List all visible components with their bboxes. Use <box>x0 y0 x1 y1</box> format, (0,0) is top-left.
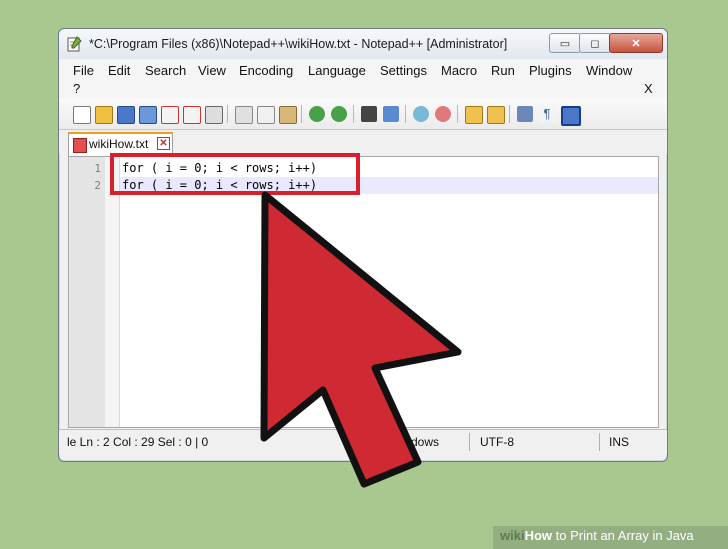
footer-title: to Print an Array in Java <box>552 528 694 543</box>
footer-how: How <box>524 528 553 543</box>
footer-caption: wikiHow to Print an Array in Java <box>500 528 694 543</box>
footer-wiki: wiki <box>500 528 525 543</box>
pointer-arrow-icon <box>260 191 462 488</box>
